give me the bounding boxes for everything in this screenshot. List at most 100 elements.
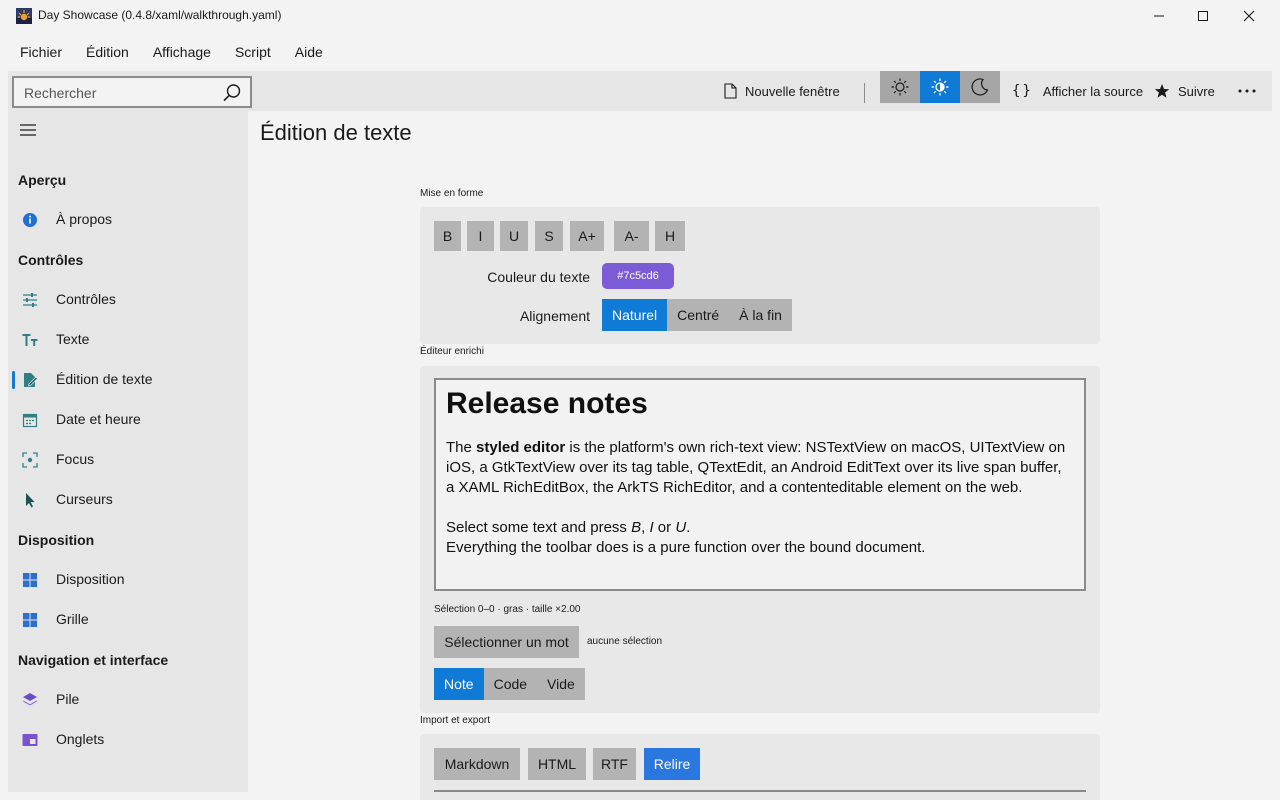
underline-button[interactable]: U <box>500 221 528 251</box>
sidebar-item-label: Texte <box>56 331 90 347</box>
editor-text-run: The <box>446 439 477 456</box>
menu-bar: Fichier Édition Affichage Script Aide <box>8 36 335 68</box>
dark-theme-button[interactable] <box>960 71 1000 103</box>
editor-bold-run: styled editor <box>476 439 566 456</box>
search-icon[interactable] <box>222 83 242 103</box>
minimize-button[interactable] <box>1136 0 1182 32</box>
menu-help[interactable]: Aide <box>283 36 335 68</box>
preset-code-option[interactable]: Code <box>483 668 538 700</box>
sidebar-section-navigation: Navigation et interface <box>18 652 169 668</box>
alignment-label: Alignement <box>519 308 590 324</box>
cursor-icon <box>26 493 35 508</box>
editor-italic-run: B <box>631 519 642 536</box>
menu-view[interactable]: Affichage <box>141 36 223 68</box>
close-button[interactable] <box>1226 0 1272 32</box>
italic-button[interactable]: I <box>467 221 494 251</box>
follow-button[interactable]: Suivre <box>1154 79 1215 103</box>
search-input[interactable] <box>22 82 212 104</box>
sidebar-item-label: Édition de texte <box>56 371 153 387</box>
bold-button[interactable]: B <box>434 221 461 251</box>
text-icon <box>22 334 38 346</box>
align-center-option[interactable]: Centré <box>667 299 730 331</box>
light-theme-button[interactable] <box>880 71 920 103</box>
info-icon <box>23 213 37 227</box>
selection-status: Sélection 0–0 · gras · taille ×2.00 <box>434 604 581 615</box>
preset-empty-option[interactable]: Vide <box>537 668 585 700</box>
editor-paragraph: Select some text and press B, I or U. Eve… <box>446 518 1074 558</box>
sidebar-item-about[interactable]: À propos <box>8 202 248 238</box>
sidebar-item-focus[interactable]: Focus <box>8 442 248 478</box>
sidebar-section-controls: Contrôles <box>18 252 84 268</box>
heading-button[interactable]: H <box>655 221 685 251</box>
menu-edit[interactable]: Édition <box>74 36 141 68</box>
preset-note-option[interactable]: Note <box>434 668 484 700</box>
follow-label: Suivre <box>1178 83 1215 99</box>
sidebar-item-label: Onglets <box>56 731 105 747</box>
editor-text-run: Everything the toolbar does is a pure fu… <box>446 539 926 556</box>
sidebar-item-label: À propos <box>56 211 113 227</box>
markdown-button[interactable]: Markdown <box>434 748 520 780</box>
editor-text-run: or <box>653 519 676 536</box>
sidebar-item-label: Disposition <box>56 571 125 587</box>
text-color-button[interactable]: #7c5cd6 <box>602 263 674 289</box>
minimize-icon <box>1154 15 1164 17</box>
close-icon <box>1243 10 1255 22</box>
title-bar: Day Showcase (0.4.8/xaml/walkthrough.yam… <box>0 0 1280 32</box>
show-source-button[interactable]: {} Afficher la source <box>1012 79 1143 103</box>
maximize-icon <box>1198 11 1208 21</box>
increase-size-button[interactable]: A+ <box>570 221 604 251</box>
auto-theme-button[interactable] <box>920 71 960 103</box>
show-source-label: Afficher la source <box>1042 83 1144 99</box>
select-word-button[interactable]: Sélectionner un mot <box>434 626 579 658</box>
sidebar-item-stack[interactable]: Pile <box>8 682 248 718</box>
html-button[interactable]: HTML <box>528 748 586 780</box>
new-window-label: Nouvelle fenêtre <box>745 83 840 99</box>
sidebar-item-text-editing[interactable]: Édition de texte <box>8 362 248 398</box>
maximize-button[interactable] <box>1180 0 1226 32</box>
rich-text-editor[interactable]: Release notes The styled editor is the p… <box>434 378 1086 591</box>
rtf-button[interactable]: RTF <box>593 748 636 780</box>
strikethrough-button[interactable]: S <box>535 221 563 251</box>
sidebar-item-grid[interactable]: Grille <box>8 602 248 638</box>
more-options-button[interactable] <box>1238 79 1264 103</box>
align-natural-option[interactable]: Naturel <box>602 299 668 331</box>
hamburger-menu-icon[interactable] <box>20 123 36 137</box>
sidebar-item-tabs[interactable]: Onglets <box>8 722 248 758</box>
new-page-icon <box>724 83 737 99</box>
alignment-segmented-control: Naturel Centré À la fin <box>602 299 792 331</box>
sidebar-item-date-time[interactable]: Date et heure <box>8 402 248 438</box>
sidebar-item-label: Curseurs <box>56 491 113 507</box>
formatting-card: B I U S A+ A- H Couleur du texte #7c5cd6… <box>420 207 1100 344</box>
text-color-label: Couleur du texte <box>487 269 590 285</box>
import-export-section-label: Import et export <box>420 715 491 726</box>
star-icon <box>1154 84 1170 98</box>
sidebar-section-layout: Disposition <box>18 532 95 548</box>
sidebar: Aperçu À propos Contrôles Contrôles Text… <box>8 111 248 792</box>
sidebar-item-text[interactable]: Texte <box>8 322 248 358</box>
editor-text-run: . <box>686 519 691 536</box>
decrease-size-button[interactable]: A- <box>614 221 649 251</box>
sidebar-item-controls[interactable]: Contrôles <box>8 282 248 318</box>
import-export-card: Markdown HTML RTF Relire <box>420 734 1100 800</box>
edit-document-icon <box>24 373 38 387</box>
sidebar-item-cursors[interactable]: Curseurs <box>8 482 248 518</box>
layout-icon <box>23 573 37 587</box>
menu-script[interactable]: Script <box>223 36 283 68</box>
sidebar-item-label: Date et heure <box>56 411 141 427</box>
editor-heading: Release notes <box>446 387 648 420</box>
align-end-option[interactable]: À la fin <box>729 299 792 331</box>
sidebar-item-layout[interactable]: Disposition <box>8 562 248 598</box>
app-logo-icon <box>16 8 32 24</box>
menu-file[interactable]: Fichier <box>8 36 74 68</box>
formatting-section-label: Mise en forme <box>420 188 484 199</box>
new-window-button[interactable]: Nouvelle fenêtre <box>724 79 840 103</box>
sun-icon <box>891 78 909 96</box>
sidebar-item-label: Grille <box>56 611 89 627</box>
sidebar-item-label: Pile <box>56 691 80 707</box>
calendar-icon <box>22 413 38 428</box>
window-title: Day Showcase (0.4.8/xaml/walkthrough.yam… <box>38 8 282 22</box>
reread-button[interactable]: Relire <box>644 748 700 780</box>
moon-icon <box>971 78 989 96</box>
grid-icon <box>23 613 37 627</box>
selection-info: aucune sélection <box>587 636 663 647</box>
